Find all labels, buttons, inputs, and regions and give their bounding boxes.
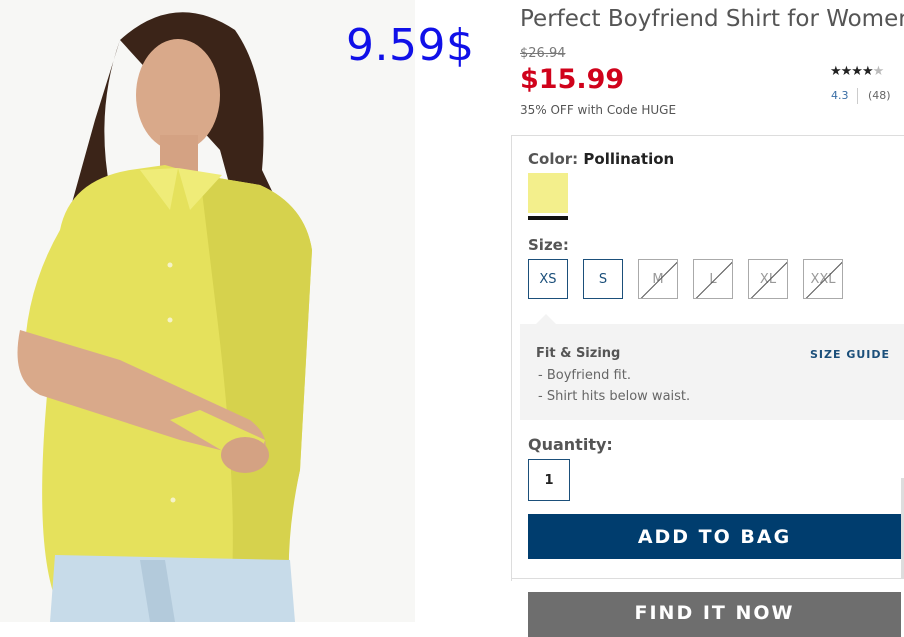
add-to-bag-button[interactable]: ADD TO BAG	[528, 514, 901, 559]
sale-price: $15.99	[520, 64, 625, 95]
star-full-icons: ★★★★	[830, 64, 874, 79]
overlay-price-text: 9.59$	[346, 20, 475, 71]
review-count[interactable]: (48)	[868, 89, 891, 102]
fit-item: - Boyfriend fit.	[538, 368, 631, 383]
fit-item: - Shirt hits below waist.	[538, 389, 691, 404]
product-photo	[0, 0, 415, 622]
size-label: Size:	[528, 236, 569, 254]
color-label-text: Color:	[528, 150, 579, 168]
star-half-icon: ★	[872, 64, 885, 79]
size-s-button[interactable]: S	[583, 259, 623, 299]
rating-divider	[857, 88, 858, 104]
fit-sizing-title: Fit & Sizing	[536, 346, 621, 361]
color-value: Pollination	[583, 150, 675, 168]
rating-value[interactable]: 4.3	[831, 89, 849, 102]
quantity-input[interactable]: 1	[528, 459, 570, 501]
swatch-selected-indicator	[528, 216, 568, 220]
size-xxl-button[interactable]: XXL	[803, 259, 843, 299]
original-price: $26.94	[520, 46, 566, 61]
color-label: Color: Pollination	[528, 150, 674, 168]
size-guide-link[interactable]: SIZE GUIDE	[810, 348, 890, 361]
size-m-button[interactable]: M	[638, 259, 678, 299]
fit-box-pointer	[536, 314, 556, 324]
find-it-now-button[interactable]: FIND IT NOW	[528, 592, 901, 637]
size-xl-button[interactable]: XL	[748, 259, 788, 299]
promo-text: 35% OFF with Code HUGE	[520, 103, 677, 117]
quantity-label: Quantity:	[528, 435, 613, 454]
section-divider	[511, 578, 904, 579]
rating-stars[interactable]: ★★★★★	[830, 64, 885, 79]
color-swatch-pollination[interactable]	[528, 173, 568, 213]
size-l-button[interactable]: L	[693, 259, 733, 299]
product-title: Perfect Boyfriend Shirt for Women	[520, 6, 904, 32]
size-xs-button[interactable]: XS	[528, 259, 568, 299]
